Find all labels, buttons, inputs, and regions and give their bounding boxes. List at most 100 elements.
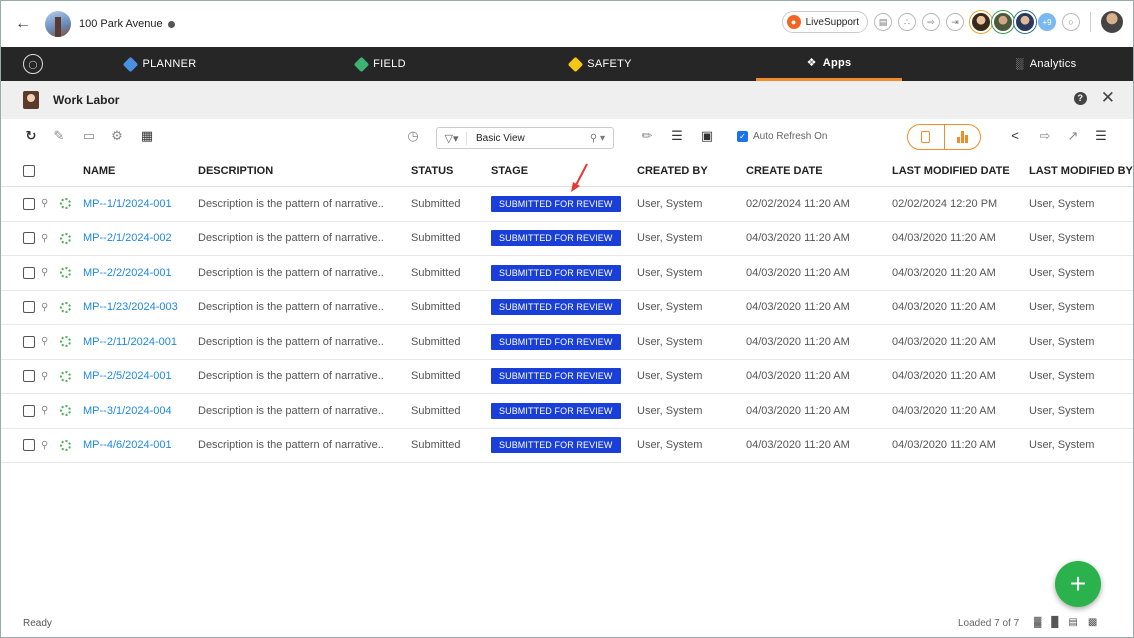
markup-icon[interactable]: ✏ (639, 128, 655, 144)
workflow-gear-icon[interactable] (60, 439, 71, 451)
table-cell: Submitted (411, 291, 461, 325)
table-row[interactable]: ⚲ MP--2/5/2024-001 Description is the patt… (1, 360, 1133, 394)
open-external-icon[interactable]: ↗ (1065, 128, 1081, 144)
view-selector[interactable]: ▽▾ Basic View ⚲ ▾ (436, 127, 614, 149)
auto-refresh-toggle[interactable]: ✓ Auto Refresh On (737, 131, 827, 142)
share-file-icon[interactable]: ⇨ (922, 13, 940, 31)
location-pin-icon[interactable]: ⚲ (41, 440, 48, 451)
record-name-link[interactable]: MP--2/11/2024-001 (83, 336, 177, 348)
column-header-name[interactable]: NAME (83, 155, 115, 186)
column-header-last-modified-date[interactable]: LAST MODIFIED DATE (892, 155, 1010, 186)
location-pin-icon[interactable]: ⚲ (41, 405, 48, 416)
document-icon[interactable]: ▤ (1068, 617, 1077, 628)
barcode-icon[interactable]: ▓ (1034, 617, 1041, 628)
more-users-badge[interactable]: +9 (1038, 13, 1056, 31)
project-settings-icon[interactable] (167, 20, 175, 28)
gallery-view-icon[interactable]: ▣ (699, 128, 715, 144)
workflow-gear-icon[interactable] (60, 405, 71, 417)
location-pin-icon[interactable]: ⚲ (41, 233, 48, 244)
row-checkbox[interactable] (23, 370, 35, 383)
record-name-link[interactable]: MP--2/1/2024-002 (83, 232, 172, 244)
nav-apps[interactable]: ❖ Apps (756, 47, 902, 81)
refresh-icon[interactable]: ↻ (23, 128, 39, 144)
row-checkbox[interactable] (23, 301, 35, 314)
row-checkbox[interactable] (23, 335, 35, 348)
row-checkbox[interactable] (23, 266, 35, 279)
avatar[interactable] (970, 11, 992, 33)
column-header-last-modified-by[interactable]: LAST MODIFIED BY (1029, 155, 1133, 186)
list-mode-button[interactable] (908, 125, 944, 149)
auto-refresh-checkbox[interactable]: ✓ (737, 131, 748, 142)
avatar[interactable] (992, 11, 1014, 33)
report-icon[interactable]: ▦ (139, 128, 155, 144)
nav-planner[interactable]: PLANNER (91, 47, 231, 81)
table-row[interactable]: ⚲ MP--1/1/2024-001 Description is the patt… (1, 187, 1133, 222)
column-header-description[interactable]: DESCRIPTION (198, 155, 273, 186)
export-file-icon[interactable]: ⇨ (1037, 128, 1053, 144)
table-row[interactable]: ⚲ MP--3/1/2024-004 Description is the patt… (1, 394, 1133, 429)
column-header-status[interactable]: STATUS (411, 155, 453, 186)
list-view-icon[interactable]: ☰ (669, 128, 685, 144)
row-checkbox[interactable] (23, 439, 35, 452)
export-icon[interactable]: ⇥ (946, 13, 964, 31)
table-row[interactable]: ⚲ MP--2/1/2024-002 Description is the patt… (1, 222, 1133, 256)
nav-safety[interactable]: SAFETY (541, 47, 661, 81)
record-create-date: 04/03/2020 11:20 AM (746, 404, 850, 417)
location-pin-icon[interactable]: ⚲ (41, 198, 48, 209)
record-name-link[interactable]: MP--1/1/2024-001 (83, 198, 172, 210)
user-avatar[interactable] (1101, 11, 1123, 33)
record-name-link[interactable]: MP--2/2/2024-001 (83, 267, 172, 279)
location-pin-icon[interactable]: ⚲ (41, 267, 48, 278)
avatar[interactable] (1014, 11, 1036, 33)
row-checkbox[interactable] (23, 197, 35, 210)
back-arrow-icon[interactable]: ← (15, 15, 35, 33)
schedule-icon[interactable]: ◷ (405, 128, 421, 144)
workflow-gear-icon[interactable] (60, 198, 71, 210)
table-row[interactable]: ⚲ MP--2/2/2024-001 Description is the patt… (1, 256, 1133, 291)
share-icon[interactable]: < (1007, 128, 1023, 143)
column-header-stage[interactable]: STAGE (491, 155, 528, 186)
chart-mode-button[interactable] (943, 125, 981, 149)
close-icon[interactable]: ✕ (1101, 89, 1115, 106)
delete-icon[interactable]: ▭ (81, 128, 97, 144)
connections-icon[interactable]: ∴ (898, 13, 916, 31)
settings-icon[interactable]: ⚙ (109, 128, 125, 144)
save-icon[interactable]: ▤ (874, 13, 892, 31)
table-row[interactable]: ⚲ MP--4/6/2024-001 Description is the patt… (1, 429, 1133, 463)
live-support-button[interactable]: ● LiveSupport (781, 11, 868, 33)
menu-icon[interactable]: ☰ (1093, 128, 1109, 144)
location-pin-icon[interactable]: ⚲ (41, 336, 48, 347)
record-name-link[interactable]: MP--3/1/2024-004 (83, 405, 172, 417)
workflow-gear-icon[interactable] (60, 232, 71, 244)
nav-analytics[interactable]: ░ Analytics (986, 47, 1106, 81)
bar-chart-icon[interactable]: █ (1051, 617, 1058, 628)
comment-icon[interactable]: ▩ (1088, 617, 1097, 628)
table-cell: 02/02/2024 12:20 PM (892, 187, 997, 221)
filter-icon[interactable]: ▽▾ (437, 131, 467, 145)
location-pin-icon[interactable]: ⚲ (41, 302, 48, 313)
select-all-checkbox[interactable] (23, 164, 35, 177)
workflow-gear-icon[interactable] (60, 267, 71, 279)
column-header-created-by[interactable]: CREATED BY (637, 155, 708, 186)
workflow-gear-icon[interactable] (60, 301, 71, 313)
add-record-button[interactable]: + (1055, 561, 1101, 607)
record-name-link[interactable]: MP--2/5/2024-001 (83, 370, 172, 382)
project-thumbnail[interactable] (45, 11, 71, 37)
search-icon[interactable]: ⚲ ▾ (590, 133, 605, 144)
edit-icon[interactable]: ✎ (51, 128, 67, 144)
table-row[interactable]: ⚲ MP--2/11/2024-001 Description is the pat… (1, 325, 1133, 360)
help-icon[interactable]: ? (1073, 91, 1087, 105)
location-pin-icon[interactable]: ⚲ (41, 371, 48, 382)
row-checkbox[interactable] (23, 404, 35, 417)
workflow-gear-icon[interactable] (60, 370, 71, 382)
column-header-create-date[interactable]: CREATE DATE (746, 155, 823, 186)
project-name[interactable]: 100 Park Avenue (79, 18, 163, 30)
notifications-icon[interactable]: ○ (1062, 13, 1080, 31)
nav-field[interactable]: FIELD (321, 47, 441, 81)
row-checkbox[interactable] (23, 232, 35, 245)
table-row[interactable]: ⚲ MP--1/23/2024-003 Description is the pat… (1, 291, 1133, 325)
app-logo-icon[interactable]: ◯ (23, 54, 43, 74)
workflow-gear-icon[interactable] (60, 336, 71, 348)
record-name-link[interactable]: MP--4/6/2024-001 (83, 439, 172, 451)
record-name-link[interactable]: MP--1/23/2024-003 (83, 301, 178, 313)
